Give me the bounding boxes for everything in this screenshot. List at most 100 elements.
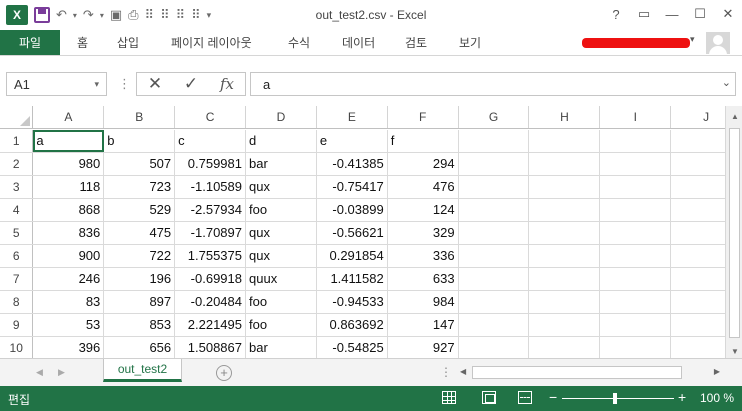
cell-G7[interactable] bbox=[459, 268, 530, 290]
cell-B10[interactable]: 656 bbox=[104, 337, 176, 358]
redacted-user-name[interactable] bbox=[582, 38, 690, 48]
cell-A4[interactable]: 868 bbox=[33, 199, 105, 221]
account-dropdown-icon[interactable]: ▾ bbox=[690, 34, 695, 45]
sheet-tab-active[interactable]: out_test2 bbox=[103, 359, 182, 382]
row-header[interactable]: 4 bbox=[0, 199, 34, 221]
cell-B7[interactable]: 196 bbox=[104, 268, 176, 290]
cell-B3[interactable]: 723 bbox=[104, 176, 176, 198]
row-header[interactable]: 2 bbox=[0, 153, 34, 175]
tab-review[interactable]: 검토 bbox=[405, 30, 427, 55]
cell-F10[interactable]: 927 bbox=[388, 337, 459, 358]
scroll-thumb[interactable] bbox=[729, 128, 740, 338]
cell-I2[interactable] bbox=[600, 153, 672, 175]
cell-C5[interactable]: -1.70897 bbox=[175, 222, 246, 244]
cell-E3[interactable]: -0.75417 bbox=[317, 176, 388, 198]
cell-I10[interactable] bbox=[600, 337, 672, 358]
zoom-in-icon[interactable]: + bbox=[678, 389, 686, 405]
cell-B2[interactable]: 507 bbox=[104, 153, 176, 175]
cell-E9[interactable]: 0.863692 bbox=[317, 314, 388, 336]
chevron-down-icon[interactable]: ▾ bbox=[94, 79, 99, 90]
cell-I9[interactable] bbox=[600, 314, 672, 336]
page-break-view-icon[interactable] bbox=[518, 391, 532, 404]
scroll-up-icon[interactable]: ▲ bbox=[731, 112, 739, 121]
cell-I7[interactable] bbox=[600, 268, 672, 290]
cell-C2[interactable]: 0.759981 bbox=[175, 153, 246, 175]
cell-C4[interactable]: -2.57934 bbox=[175, 199, 246, 221]
column-header[interactable]: I bbox=[600, 106, 672, 128]
cell-G9[interactable] bbox=[459, 314, 530, 336]
cell-A7[interactable]: 246 bbox=[33, 268, 105, 290]
row-header[interactable]: 10 bbox=[0, 337, 34, 358]
cell-I5[interactable] bbox=[600, 222, 672, 244]
tab-page-layout[interactable]: 페이지 레이아웃 bbox=[171, 30, 252, 55]
zoom-slider-thumb[interactable] bbox=[613, 393, 617, 404]
cell-C7[interactable]: -0.69918 bbox=[175, 268, 246, 290]
row-header[interactable]: 9 bbox=[0, 314, 34, 336]
row-header[interactable]: 7 bbox=[0, 268, 34, 290]
cell-C10[interactable]: 1.508867 bbox=[175, 337, 246, 358]
next-sheet-icon[interactable]: ▶ bbox=[58, 367, 65, 378]
cell-E8[interactable]: -0.94533 bbox=[317, 291, 388, 313]
cell-F3[interactable]: 476 bbox=[388, 176, 459, 198]
more-icon[interactable]: ⋮ bbox=[118, 76, 131, 92]
column-header[interactable]: C bbox=[175, 106, 247, 128]
row-header[interactable]: 6 bbox=[0, 245, 34, 267]
cell-D5[interactable]: qux bbox=[246, 222, 317, 244]
cell-B9[interactable]: 853 bbox=[104, 314, 176, 336]
cell-D6[interactable]: qux bbox=[246, 245, 317, 267]
cell-B1[interactable]: b bbox=[104, 130, 176, 152]
cell-D7[interactable]: quux bbox=[246, 268, 317, 290]
more-icon[interactable]: ⋮ bbox=[440, 365, 452, 379]
cell-B4[interactable]: 529 bbox=[104, 199, 176, 221]
cell-H10[interactable] bbox=[529, 337, 601, 358]
cell-A9[interactable]: 53 bbox=[33, 314, 105, 336]
cell-D2[interactable]: bar bbox=[246, 153, 317, 175]
scroll-thumb[interactable] bbox=[472, 366, 682, 379]
cell-E1[interactable]: e bbox=[317, 130, 388, 152]
cell-D1[interactable]: d bbox=[246, 130, 317, 152]
tab-insert[interactable]: 삽입 bbox=[117, 30, 139, 55]
cell-C3[interactable]: -1.10589 bbox=[175, 176, 246, 198]
cell-E2[interactable]: -0.41385 bbox=[317, 153, 388, 175]
cell-F6[interactable]: 336 bbox=[388, 245, 459, 267]
cell-E7[interactable]: 1.411582 bbox=[317, 268, 388, 290]
enter-icon[interactable]: ✓ bbox=[173, 74, 209, 94]
cell-C8[interactable]: -0.20484 bbox=[175, 291, 246, 313]
cell-G2[interactable] bbox=[459, 153, 530, 175]
minimize-icon[interactable]: — bbox=[658, 0, 686, 28]
cell-H5[interactable] bbox=[529, 222, 601, 244]
cell-A5[interactable]: 836 bbox=[33, 222, 105, 244]
cell-A3[interactable]: 118 bbox=[33, 176, 105, 198]
cell-G5[interactable] bbox=[459, 222, 530, 244]
column-header[interactable]: B bbox=[104, 106, 176, 128]
cell-C9[interactable]: 2.221495 bbox=[175, 314, 246, 336]
formula-input[interactable]: a ⌄ bbox=[250, 72, 736, 96]
cell-D3[interactable]: qux bbox=[246, 176, 317, 198]
cell-A8[interactable]: 83 bbox=[33, 291, 105, 313]
cell-D10[interactable]: bar bbox=[246, 337, 317, 358]
tab-file[interactable]: 파일 bbox=[0, 30, 60, 55]
tab-data[interactable]: 데이터 bbox=[342, 30, 375, 55]
cell-I8[interactable] bbox=[600, 291, 672, 313]
cell-A1[interactable]: a bbox=[33, 130, 105, 152]
row-header[interactable]: 1 bbox=[0, 130, 34, 152]
tab-view[interactable]: 보기 bbox=[459, 30, 481, 55]
cell-I4[interactable] bbox=[600, 199, 672, 221]
cell-H4[interactable] bbox=[529, 199, 601, 221]
scroll-right-icon[interactable]: ▶ bbox=[714, 367, 720, 376]
vertical-scrollbar[interactable]: ▲ ▼ bbox=[725, 106, 742, 358]
scroll-left-icon[interactable]: ◀ bbox=[460, 367, 466, 376]
page-layout-view-icon[interactable] bbox=[482, 391, 496, 404]
close-icon[interactable]: ✕ bbox=[714, 0, 742, 28]
cell-A2[interactable]: 980 bbox=[33, 153, 105, 175]
cell-G3[interactable] bbox=[459, 176, 530, 198]
row-header[interactable]: 8 bbox=[0, 291, 34, 313]
cell-G10[interactable] bbox=[459, 337, 530, 358]
cell-C6[interactable]: 1.755375 bbox=[175, 245, 246, 267]
scroll-down-icon[interactable]: ▼ bbox=[731, 347, 739, 356]
cell-E4[interactable]: -0.03899 bbox=[317, 199, 388, 221]
cell-H7[interactable] bbox=[529, 268, 601, 290]
cell-H3[interactable] bbox=[529, 176, 601, 198]
insert-function-icon[interactable]: fx bbox=[209, 75, 245, 93]
cell-B6[interactable]: 722 bbox=[104, 245, 176, 267]
